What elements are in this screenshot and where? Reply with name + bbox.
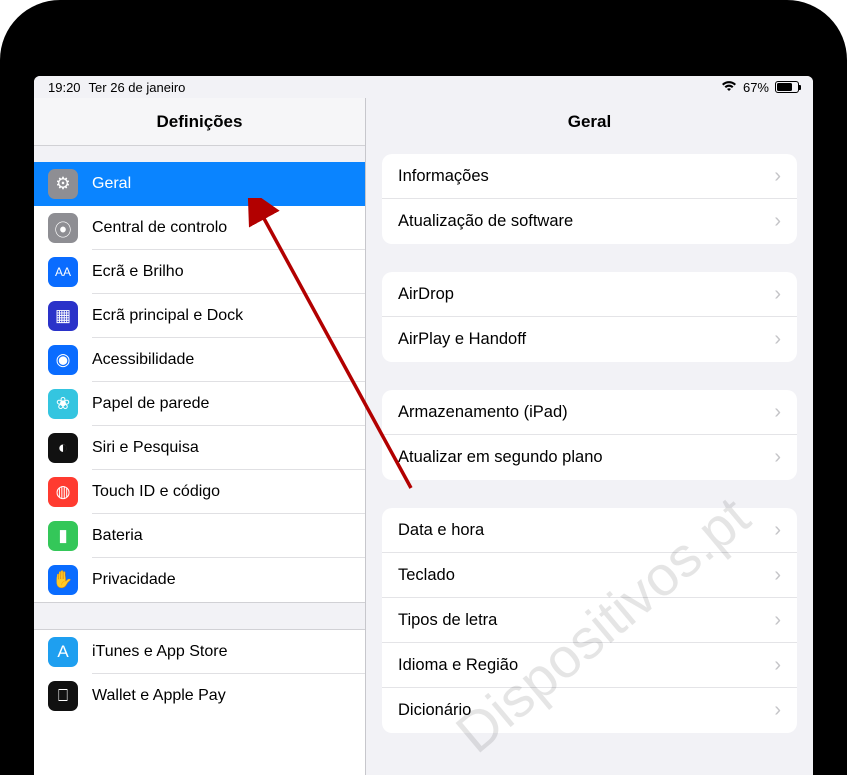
status-date: Ter 26 de janeiro [89,80,186,95]
screen: 19:20 Ter 26 de janeiro 67% Definições [34,76,813,775]
sidebar-item-wallet[interactable]: ⎕ Wallet e Apple Pay [34,674,365,718]
detail-row-label: Atualização de software [398,212,573,231]
sidebar-item-label: Ecrã principal e Dock [92,307,243,325]
sidebar-item-accessibility[interactable]: ◉ Acessibilidade [34,338,365,382]
ipad-inner: 19:20 Ter 26 de janeiro 67% Definições [22,22,825,775]
chevron-right-icon: › [774,609,781,632]
detail-row-armazenamento-ipad[interactable]: Armazenamento (iPad) › [382,390,797,435]
settings-sidebar: Definições ⚙︎Geral⦿Central de controloAA… [34,98,366,775]
chevron-right-icon: › [774,564,781,587]
detail-row-label: Teclado [398,566,455,585]
itunes-icon: A [48,637,78,667]
sidebar-item-general[interactable]: ⚙︎ Geral [34,162,365,206]
sidebar-item-label: Privacidade [92,571,176,589]
accessibility-icon: ◉ [48,345,78,375]
general-icon: ⚙︎ [48,169,78,199]
sidebar-item-privacy[interactable]: ✋ Privacidade [34,558,365,602]
battery-percent: 67% [743,80,769,95]
sidebar-item-label: Bateria [92,527,143,545]
detail-row-diciona-rio[interactable]: Dicionário › [382,688,797,733]
settings-group: Informações › Atualização de software › [382,154,797,244]
detail-row-label: Informações [398,167,489,186]
sidebar-list[interactable]: ⚙︎ Geral ⦿ Central de controlo AA Ecrã e Bril… [34,146,365,775]
privacy-icon: ✋ [48,565,78,595]
sidebar-item-label: Papel de parede [92,395,209,413]
control-center-icon: ⦿ [48,213,78,243]
detail-row-label: Tipos de letra [398,611,497,630]
status-bar: 19:20 Ter 26 de janeiro 67% [34,76,813,98]
status-time: 19:20 [48,80,81,95]
chevron-right-icon: › [774,401,781,424]
home-dock-icon: ▦ [48,301,78,331]
sidebar-item-touchid[interactable]: ◍ Touch ID e código [34,470,365,514]
sidebar-item-label: Siri e Pesquisa [92,439,199,457]
detail-row-label: Armazenamento (iPad) [398,403,568,422]
settings-group: AirDrop › AirPlay e Handoff › [382,272,797,362]
siri-icon: ◐ [48,433,78,463]
chevron-right-icon: › [774,446,781,469]
detail-row-atualizac-a-o-de-software[interactable]: Atualização de software › [382,199,797,244]
chevron-right-icon: › [774,654,781,677]
detail-row-label: Data e hora [398,521,484,540]
display-icon: AA [48,257,78,287]
detail-row-label: Atualizar em segundo plano [398,448,603,467]
sidebar-item-label: Wallet e Apple Pay [92,687,226,705]
detail-row-label: AirPlay e Handoff [398,330,526,349]
settings-group: Armazenamento (iPad)›Atualizar em segund… [382,390,797,480]
sidebar-item-label: iTunes e App Store [92,643,228,661]
detail-row-label: Dicionário [398,701,471,720]
sidebar-item-itunes[interactable]: AiTunes e App Store [34,630,365,674]
battery-icon: ▮ [48,521,78,551]
wifi-icon [721,80,737,95]
wallet-icon: ⎕ [48,681,78,711]
detail-row-airdrop[interactable]: AirDrop › [382,272,797,317]
detail-row-airplay-e-handoff[interactable]: AirPlay e Handoff › [382,317,797,362]
battery-icon [775,81,799,93]
detail-row-tipos-de-letra[interactable]: Tipos de letra › [382,598,797,643]
chevron-right-icon: › [774,210,781,233]
sidebar-item-siri[interactable]: ◐ Siri e Pesquisa [34,426,365,470]
touchid-icon: ◍ [48,477,78,507]
sidebar-item-label: Central de controlo [92,219,227,237]
detail-row-idioma-e-regia-o[interactable]: Idioma e Região › [382,643,797,688]
sidebar-title: Definições [34,98,365,146]
sidebar-item-label: Ecrã e Brilho [92,263,184,281]
sidebar-item-label: Acessibilidade [92,351,194,369]
chevron-right-icon: › [774,328,781,351]
sidebar-item-control-center[interactable]: ⦿ Central de controlo [34,206,365,250]
detail-row-label: AirDrop [398,285,454,304]
chevron-right-icon: › [774,699,781,722]
sidebar-item-label: Geral [92,175,131,193]
detail-pane: Geral Informações›Atualização de softwar… [366,98,813,775]
chevron-right-icon: › [774,283,781,306]
sidebar-item-display[interactable]: AA Ecrã e Brilho [34,250,365,294]
detail-list[interactable]: Informações›Atualização de software›AirD… [366,146,813,775]
wallpaper-icon: ❀ [48,389,78,419]
sidebar-item-wallpaper[interactable]: ❀ Papel de parede [34,382,365,426]
chevron-right-icon: › [774,165,781,188]
settings-group: Data e hora›Teclado›Tipos de letra›Idiom… [382,508,797,733]
sidebar-item-battery[interactable]: ▮ Bateria [34,514,365,558]
sidebar-item-home-dock[interactable]: ▦ Ecrã principal e Dock [34,294,365,338]
detail-title: Geral [366,98,813,146]
detail-row-teclado[interactable]: Teclado › [382,553,797,598]
sidebar-item-label: Touch ID e código [92,483,220,501]
chevron-right-icon: › [774,519,781,542]
detail-row-atualizar-em-segundo-plano[interactable]: Atualizar em segundo plano › [382,435,797,480]
detail-row-label: Idioma e Região [398,656,518,675]
detail-row-data-e-hora[interactable]: Data e hora › [382,508,797,553]
detail-row-informac-o-es[interactable]: Informações › [382,154,797,199]
ipad-frame: 19:20 Ter 26 de janeiro 67% Definições [0,0,847,775]
